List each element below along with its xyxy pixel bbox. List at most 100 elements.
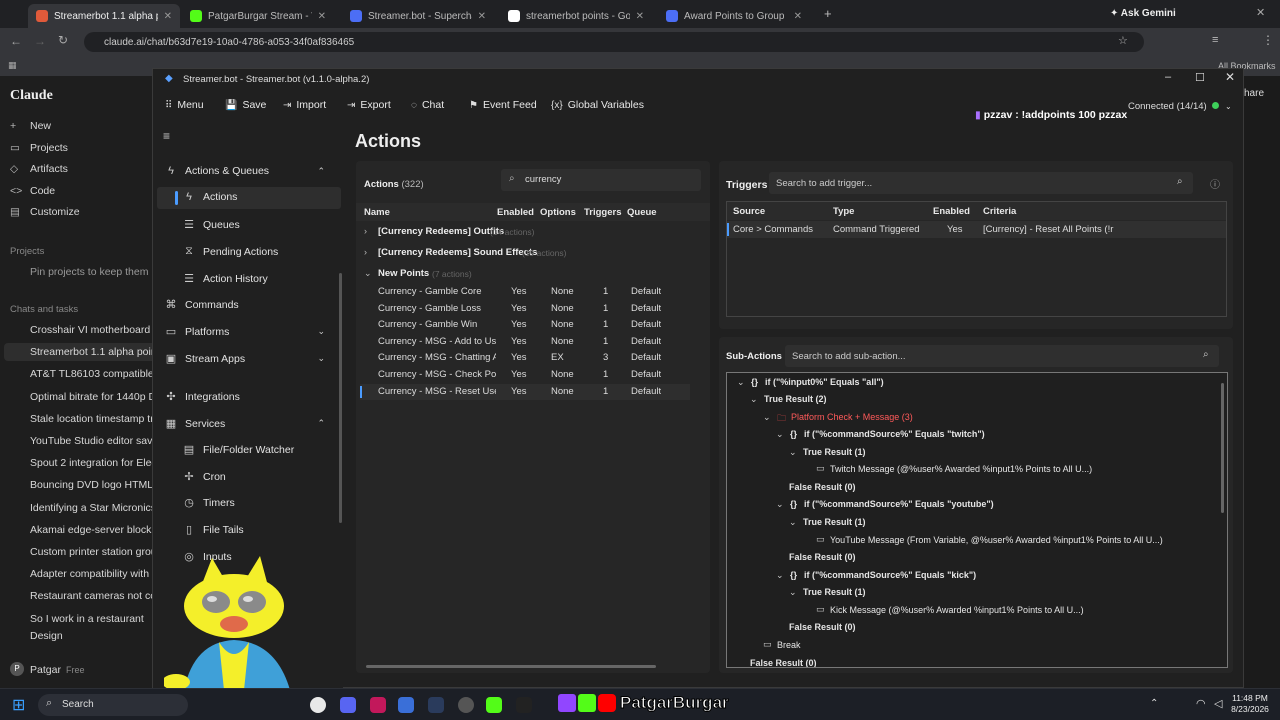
action-row[interactable]: Currency - MSG - Check Poi Yes None 1 Defaul… — [360, 367, 690, 383]
subaction-line[interactable]: ⌄ True Result (1) — [727, 586, 1217, 602]
action-row[interactable]: Currency - Gamble Loss Yes None 1 Default — [360, 301, 690, 317]
toolbar-event-feed-button[interactable]: ⚑ Event Feed — [469, 99, 537, 111]
chat-list-item[interactable]: Streamerbot 1.1 alpha points — [4, 343, 156, 362]
tray-chevron-icon[interactable]: ⌃ — [1150, 698, 1158, 709]
subaction-line[interactable]: ⌄ {} if ("%input0%" Equals "all") — [727, 376, 1217, 392]
trigger-row[interactable]: Core > Commands Command Triggered Yes [C… — [727, 221, 1226, 238]
browser-tab[interactable]: Award Points to Group | Stream ✕ — [658, 4, 810, 28]
windows-start-icon[interactable]: ⊞ — [12, 695, 25, 715]
nav-queues[interactable]: ☰ Queues — [183, 218, 240, 232]
nav-pending-actions[interactable]: ⧖ Pending Actions — [183, 245, 278, 258]
chat-list-item[interactable]: YouTube Studio editor save a — [4, 432, 156, 450]
chevron-down-icon[interactable]: ⌄ — [776, 499, 784, 510]
subaction-line[interactable]: False Result (0) — [727, 551, 1217, 567]
chat-list-item[interactable]: Bouncing DVD logo HTML — [4, 476, 156, 494]
chevron-down-icon[interactable]: ⌄ — [763, 412, 771, 423]
apps-icon[interactable]: ▦ — [8, 60, 17, 71]
avatar[interactable]: P — [10, 662, 24, 676]
kick-icon[interactable] — [486, 697, 502, 713]
chat-list-item[interactable]: Adapter compatibility with F — [4, 565, 156, 583]
chat-list-item[interactable]: So I work in a restaurant — [4, 610, 156, 628]
tiktok-icon[interactable] — [516, 697, 532, 713]
minimize-icon[interactable]: – — [1165, 71, 1171, 83]
nav-commands[interactable]: ⌘ Commands — [165, 298, 239, 312]
app-icon[interactable] — [428, 697, 444, 713]
share-button[interactable]: hare — [1244, 88, 1272, 104]
claude-menu-projects[interactable]: Projects — [30, 142, 150, 154]
subaction-line[interactable]: ▭ Break — [727, 639, 1217, 655]
claude-menu-new[interactable]: New — [30, 120, 150, 132]
wifi-icon[interactable]: ◠ — [1196, 697, 1206, 710]
subaction-line[interactable]: ▭ YouTube Message (From Variable, @%user%… — [727, 534, 1217, 550]
toolbar-global-variables-button[interactable]: {x} Global Variables — [551, 99, 644, 111]
col-criteria[interactable]: Criteria — [983, 206, 1016, 217]
subaction-line[interactable]: ⌄ True Result (2) — [727, 393, 1217, 409]
ask-gemini-button[interactable]: ✦ Ask Gemini — [1110, 8, 1176, 19]
subaction-line[interactable]: ▭ Kick Message (@%user% Awarded %input1% … — [727, 604, 1217, 620]
toolbar-export-button[interactable]: ⇥ Export — [347, 99, 391, 111]
clock[interactable]: 11:48 PM 8/23/2026 — [1228, 693, 1272, 715]
nav-stream-apps[interactable]: ▣ Stream Apps ⌄ — [165, 352, 335, 366]
trigger-search-input[interactable]: Search to add trigger... ⌕ — [769, 172, 1193, 194]
chevron-down-icon[interactable]: ⌄ — [776, 429, 784, 440]
toolbar-chat-button[interactable]: ◌ Chat — [411, 99, 444, 111]
chevron-down-icon[interactable]: ⌄ — [737, 377, 745, 388]
chat-list-item[interactable]: Crosshair VI motherboard w — [4, 321, 156, 339]
subaction-line[interactable]: ⌄ True Result (1) — [727, 446, 1217, 462]
info-icon[interactable]: ⓘ — [1210, 176, 1220, 191]
browser-tab[interactable]: Streamerbot 1.1 alpha points ✕ — [28, 4, 180, 28]
close-tab-icon[interactable]: ✕ — [164, 11, 172, 22]
hamburger-icon[interactable]: ≡ — [163, 129, 170, 143]
action-row[interactable]: Currency - MSG - Reset Use Yes None 1 Defaul… — [360, 383, 690, 400]
col-triggers[interactable]: Triggers — [584, 207, 622, 218]
subaction-line[interactable]: ⌄ {} if ("%commandSource%" Equals "kick") — [727, 569, 1217, 585]
obs-icon[interactable] — [458, 697, 474, 713]
close-tab-icon[interactable]: ✕ — [636, 11, 644, 22]
nav-integrations[interactable]: ✣ Integrations — [165, 390, 239, 404]
subaction-search-input[interactable]: Search to add sub-action... ⌕ — [785, 345, 1219, 367]
reading-list-icon[interactable]: ≡ — [1212, 34, 1218, 46]
action-row[interactable]: Currency - Gamble Core Yes None 1 Default — [360, 284, 690, 300]
chat-list-item[interactable]: AT&T TL86103 compatible ha — [4, 365, 156, 383]
action-group[interactable]: ⌄ New Points (7 actions) — [362, 266, 702, 284]
chat-list-item[interactable]: Stale location timestamp tro — [4, 410, 156, 428]
chat-list-item[interactable]: Restaurant cameras not conr — [4, 587, 156, 605]
new-tab-button[interactable]: + — [824, 6, 832, 21]
nav-cron[interactable]: ✢ Cron — [183, 470, 225, 484]
subaction-line[interactable]: ▭ Twitch Message (@%user% Awarded %input1… — [727, 463, 1217, 479]
browser-tab[interactable]: PatgarBurgar Stream - Watch L ✕ — [182, 4, 334, 28]
nav-timers[interactable]: ◷ Timers — [183, 496, 235, 510]
action-group[interactable]: › [Currency Redeems] Outfits (14 actions) — [362, 224, 702, 242]
close-window-icon[interactable]: ✕ — [1256, 6, 1265, 19]
forward-icon[interactable]: → — [34, 34, 46, 48]
col-source[interactable]: Source — [733, 206, 765, 217]
subaction-line[interactable]: False Result (0) — [727, 621, 1217, 637]
subaction-line[interactable]: False Result (0) — [727, 657, 1217, 667]
chevron-down-icon[interactable]: ⌄ — [1225, 102, 1232, 111]
subaction-line[interactable]: ⌄ {} if ("%commandSource%" Equals "youtube… — [727, 498, 1217, 514]
browser-tab[interactable]: Streamer.bot - Supercharge yo ✕ — [342, 4, 494, 28]
chevron-down-icon[interactable]: ⌄ — [789, 447, 797, 458]
chevron-down-icon[interactable]: ⌄ — [789, 517, 797, 528]
nav-file-folder-watcher[interactable]: ▤ File/Folder Watcher — [183, 443, 294, 457]
reload-icon[interactable]: ↻ — [58, 33, 68, 47]
back-icon[interactable]: ← — [10, 34, 22, 48]
claude-menu-artifacts[interactable]: Artifacts — [30, 163, 150, 175]
discord-icon[interactable] — [340, 697, 356, 713]
maximize-icon[interactable]: ☐ — [1195, 71, 1205, 84]
chat-list-item[interactable]: Custom printer station group — [4, 543, 156, 561]
col-queue[interactable]: Queue — [627, 207, 657, 218]
close-tab-icon[interactable]: ✕ — [478, 11, 486, 22]
chat-list-item[interactable]: Akamai edge-server block o — [4, 521, 156, 539]
nav-actions-queues[interactable]: ϟ Actions & Queues ⌃ — [165, 165, 335, 177]
nav-services[interactable]: ▦ Services ⌃ — [165, 417, 335, 431]
more-menu-icon[interactable]: ⋮ — [1262, 33, 1274, 47]
close-icon[interactable]: ✕ — [1225, 70, 1235, 84]
browser-tab[interactable]: streamerbot points - Google Se ✕ — [500, 4, 652, 28]
col-options[interactable]: Options — [540, 207, 576, 218]
close-tab-icon[interactable]: ✕ — [318, 11, 326, 22]
app-icon[interactable] — [370, 697, 386, 713]
chrome-icon[interactable] — [310, 697, 326, 713]
subaction-line[interactable]: ⌄ {} if ("%commandSource%" Equals "twitch"… — [727, 428, 1217, 444]
toolbar-import-button[interactable]: ⇥ Import — [283, 99, 326, 111]
